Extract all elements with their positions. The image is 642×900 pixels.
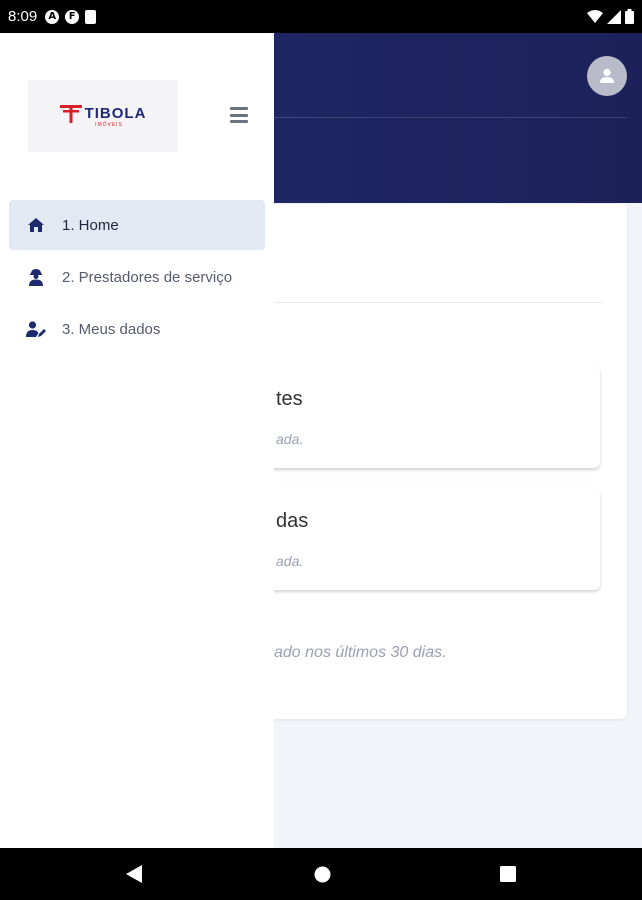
nav-item-prestadores-label: 2. Prestadores de serviço [62,268,233,286]
menu-toggle-button[interactable] [230,107,248,123]
nav-item-prestadores[interactable]: 2. Prestadores de serviço [9,252,265,302]
home-button[interactable] [308,848,336,900]
user-icon [600,68,614,83]
logo-subtitle: IMÓVEIS [95,121,123,128]
summary-card-2-title: das [276,510,309,532]
wifi-icon [587,9,603,23]
worker-icon [25,266,47,288]
back-button[interactable] [120,848,148,900]
footer-note: ado nos últimos 30 dias. [274,644,447,661]
system-icons [587,9,634,24]
logo-wordmark: TIBOLA [84,105,147,122]
home-circle-icon [314,866,330,882]
navigation-drawer: TIBOLA IMÓVEIS 1. Home 2. Prestadores de… [0,33,274,848]
nav-item-home-label: 1. Home [62,216,119,234]
summary-card-2[interactable]: das ada. [240,488,600,590]
summary-card-1-title: tes [276,388,303,410]
status-time: 8:09 [8,8,38,25]
status-bar: 8:09 A F [0,0,642,33]
notification-a-icon: A [45,9,60,24]
notification-f-icon: F [65,9,80,24]
profile-avatar[interactable] [587,56,627,96]
summary-card-1[interactable]: tes ada. [240,366,600,468]
card-divider [272,302,602,303]
user-edit-icon [25,318,47,340]
summary-card-1-text: ada. [276,431,304,447]
hamburger-icon [230,107,248,110]
tibola-logo-mark-icon [59,104,82,123]
recents-button[interactable] [494,848,522,900]
company-logo: TIBOLA IMÓVEIS [28,80,178,152]
summary-card-2-text: ada. [276,553,304,569]
nav-item-meus-dados-label: 3. Meus dados [62,320,161,338]
home-icon [25,214,47,236]
nav-item-meus-dados[interactable]: 3. Meus dados [9,304,265,354]
battery-icon [625,9,634,24]
back-triangle-icon [126,865,142,883]
system-navigation-bar [0,848,642,900]
notification-icons: A F [45,9,97,24]
nav-item-home[interactable]: 1. Home [9,200,265,250]
clipboard-icon [85,9,97,24]
recents-square-icon [500,866,516,882]
signal-icon [607,9,621,24]
